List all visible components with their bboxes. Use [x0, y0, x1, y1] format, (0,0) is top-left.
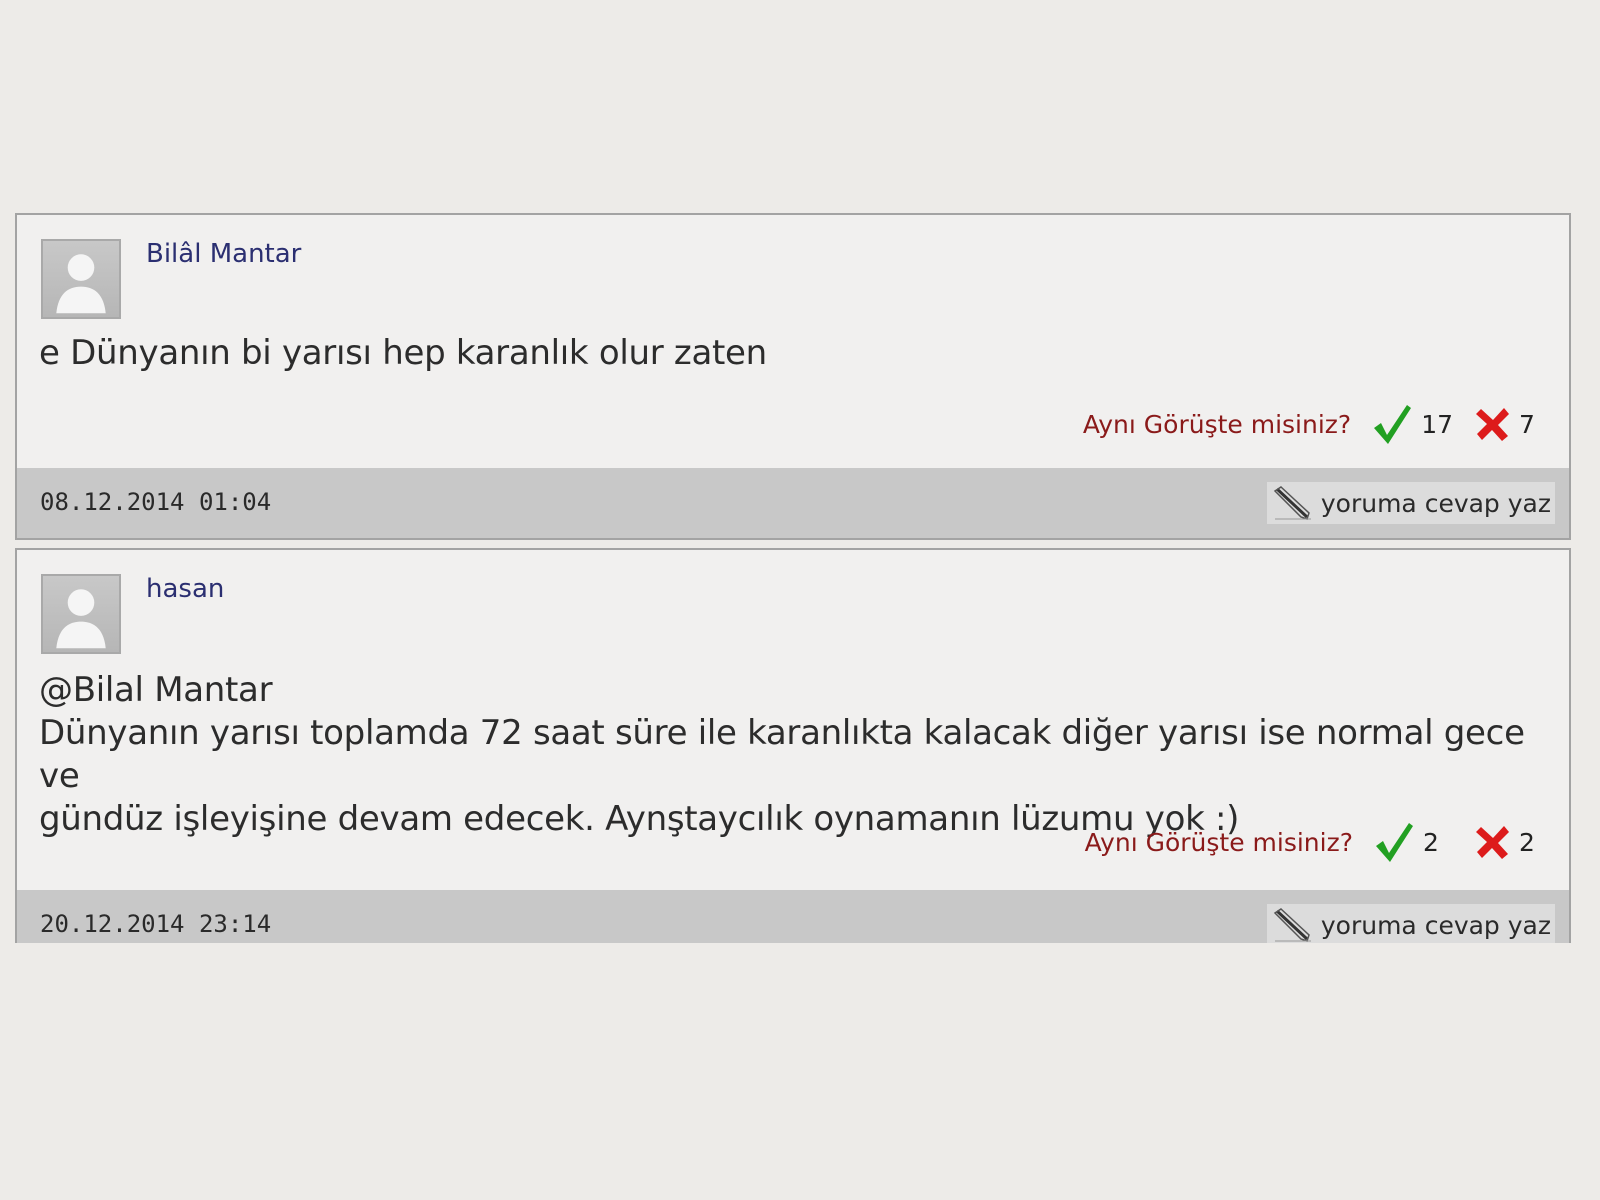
pencil-icon [1273, 485, 1313, 521]
reply-label: yoruma cevap yaz [1320, 488, 1551, 518]
cross-icon[interactable] [1475, 824, 1511, 860]
vote-question: Aynı Görüşte misiniz? [1084, 827, 1353, 857]
check-icon[interactable] [1373, 820, 1415, 864]
downvote-count: 7 [1519, 409, 1535, 439]
comment-footer: 08.12.2014 01:04 yoruma cevap yaz [17, 468, 1569, 538]
comment-date: 20.12.2014 23:14 [40, 910, 272, 938]
comment-text: e Dünyanın bi yarısı hep karanlık olur z… [39, 333, 767, 373]
comment-author[interactable]: Bilâl Mantar [146, 239, 301, 269]
check-icon[interactable] [1371, 402, 1413, 446]
comment-card: Bilâl Mantar e Dünyanın bi yarısı hep ka… [15, 213, 1571, 540]
upvote-count: 17 [1421, 409, 1453, 439]
comment-author[interactable]: hasan [146, 574, 224, 604]
pencil-icon [1273, 907, 1313, 943]
cross-icon[interactable] [1475, 406, 1511, 442]
downvote-count: 2 [1519, 827, 1535, 857]
avatar[interactable] [41, 574, 121, 654]
vote-bar: Aynı Görüşte misiniz? 2 2 [1085, 820, 1549, 864]
reply-button[interactable]: yoruma cevap yaz [1266, 482, 1555, 524]
reply-button[interactable]: yoruma cevap yaz [1266, 904, 1555, 943]
user-silhouette-icon [56, 589, 106, 649]
comment-footer: 20.12.2014 23:14 yoruma cevap yaz [17, 890, 1569, 943]
vote-question: Aynı Görüşte misiniz? [1082, 409, 1352, 439]
comment-text: @Bilal Mantar Dünyanın yarısı toplamda 7… [39, 670, 1525, 839]
comment-card: hasan @Bilal Mantar Dünyanın yarısı topl… [15, 548, 1571, 943]
comment-date: 08.12.2014 01:04 [40, 488, 272, 516]
reply-label: yoruma cevap yaz [1320, 910, 1551, 940]
user-silhouette-icon [56, 254, 106, 314]
vote-bar: Aynı Görüşte misiniz? 17 7 [1083, 402, 1549, 446]
avatar[interactable] [41, 239, 121, 319]
upvote-count: 2 [1423, 827, 1439, 857]
